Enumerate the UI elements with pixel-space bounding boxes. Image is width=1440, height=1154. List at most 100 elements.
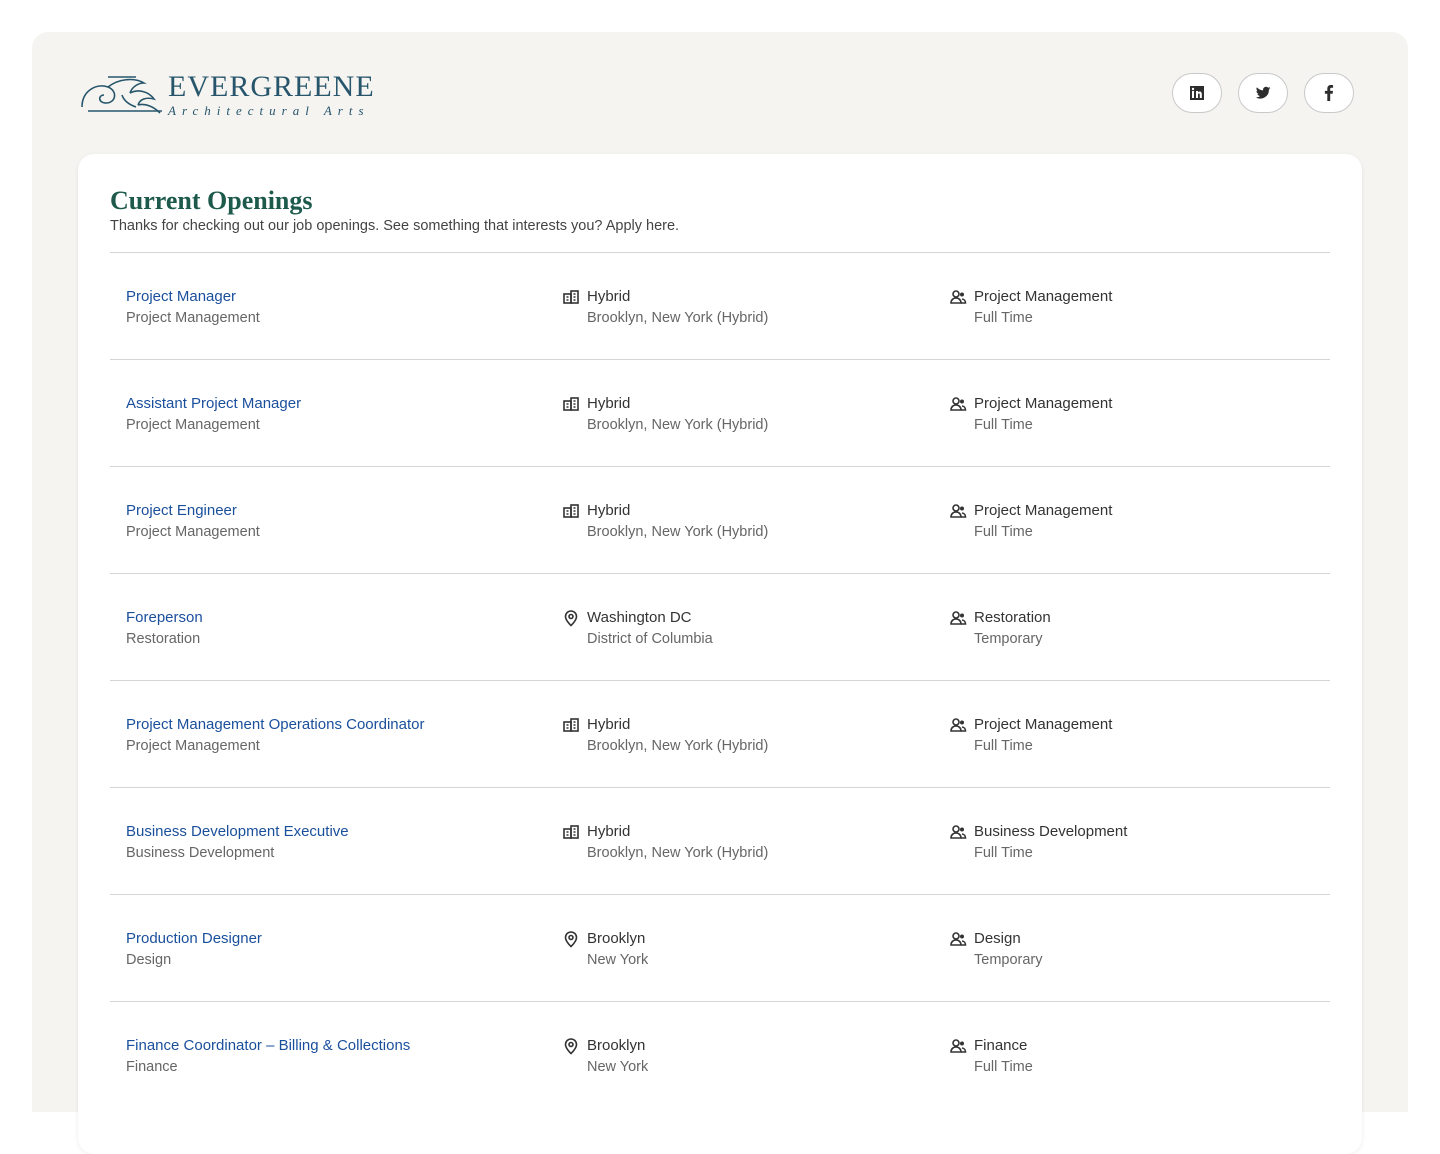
job-title-column: Project Manager Project Management — [126, 287, 260, 328]
job-title-column: Assistant Project Manager Project Manage… — [126, 394, 301, 435]
job-location-type: Hybrid — [587, 395, 631, 412]
job-team-column: Project Management Full Time — [949, 501, 1112, 542]
team-icon — [949, 288, 967, 306]
job-location-column: Hybrid Brooklyn, New York (Hybrid) — [562, 822, 768, 863]
job-team-column: Project Management Full Time — [949, 715, 1112, 756]
office-building-icon — [562, 716, 580, 734]
job-department: Design — [126, 952, 172, 968]
job-location: Brooklyn, New York (Hybrid) — [587, 310, 769, 326]
job-location-type: Hybrid — [587, 288, 631, 305]
job-title-link[interactable]: Foreperson — [126, 608, 203, 628]
job-location-type: Washington DC — [587, 609, 692, 626]
logo-subtitle: Architectural Arts — [168, 102, 370, 118]
openings-card: Current Openings Thanks for checking out… — [78, 154, 1362, 1154]
page-background: EVERGREENE Architectural Arts Current Op… — [32, 32, 1408, 1154]
linkedin-button[interactable] — [1172, 73, 1222, 113]
job-location: New York — [587, 952, 649, 968]
job-list: Project Manager Project Management Hybri… — [110, 252, 1330, 1108]
job-title-column: Finance Coordinator – Billing & Collecti… — [126, 1036, 410, 1077]
job-row: Assistant Project Manager Project Manage… — [110, 359, 1330, 466]
job-location-column: Brooklyn New York — [562, 929, 648, 970]
job-title-column: Business Development Executive Business … — [126, 822, 349, 863]
office-building-icon — [562, 395, 580, 413]
twitter-icon — [1255, 86, 1271, 99]
job-team-column: Project Management Full Time — [949, 394, 1112, 435]
team-icon — [949, 716, 967, 734]
job-location-type: Hybrid — [587, 823, 631, 840]
job-department: Business Development — [126, 845, 275, 861]
office-building-icon — [562, 288, 580, 306]
job-location: Brooklyn, New York (Hybrid) — [587, 845, 769, 861]
job-team-column: Project Management Full Time — [949, 287, 1112, 328]
job-title-link[interactable]: Business Development Executive — [126, 822, 349, 842]
job-title-column: Production Designer Design — [126, 929, 262, 970]
job-location-column: Hybrid Brooklyn, New York (Hybrid) — [562, 394, 768, 435]
job-title-link[interactable]: Assistant Project Manager — [126, 394, 301, 414]
job-employment-type: Temporary — [974, 952, 1043, 968]
job-department: Project Management — [126, 310, 260, 326]
logo[interactable]: EVERGREENE Architectural Arts — [78, 70, 398, 118]
job-title-link[interactable]: Finance Coordinator – Billing & Collecti… — [126, 1036, 410, 1056]
job-team: Project Management — [974, 395, 1113, 412]
job-location-column: Hybrid Brooklyn, New York (Hybrid) — [562, 715, 768, 756]
job-team-column: Restoration Temporary — [949, 608, 1051, 649]
job-department: Project Management — [126, 524, 260, 540]
job-employment-type: Full Time — [974, 1059, 1033, 1075]
map-pin-icon — [562, 609, 580, 627]
facebook-button[interactable] — [1304, 73, 1354, 113]
job-row: Business Development Executive Business … — [110, 787, 1330, 894]
job-location-type: Hybrid — [587, 716, 631, 733]
job-row: Project Engineer Project Management Hybr… — [110, 466, 1330, 573]
logo-acanthus-icon — [81, 76, 162, 114]
job-employment-type: Full Time — [974, 738, 1033, 754]
job-department: Finance — [126, 1059, 178, 1075]
job-department: Project Management — [126, 738, 260, 754]
job-row: Project Manager Project Management Hybri… — [110, 252, 1330, 359]
job-team: Design — [974, 930, 1021, 947]
job-row: Project Management Operations Coordinato… — [110, 680, 1330, 787]
job-row: Finance Coordinator – Billing & Collecti… — [110, 1001, 1330, 1108]
facebook-icon — [1324, 85, 1334, 101]
job-location: Brooklyn, New York (Hybrid) — [587, 417, 769, 433]
job-team-column: Finance Full Time — [949, 1036, 1033, 1077]
job-title-column: Project Engineer Project Management — [126, 501, 260, 542]
map-pin-icon — [562, 1037, 580, 1055]
twitter-button[interactable] — [1238, 73, 1288, 113]
job-employment-type: Full Time — [974, 524, 1033, 540]
job-team: Finance — [974, 1037, 1028, 1054]
job-department: Project Management — [126, 417, 260, 433]
job-team: Restoration — [974, 609, 1051, 626]
job-team-column: Business Development Full Time — [949, 822, 1127, 863]
header: EVERGREENE Architectural Arts — [78, 70, 1362, 118]
job-team: Project Management — [974, 288, 1113, 305]
job-title-link[interactable]: Production Designer — [126, 929, 262, 949]
job-team-column: Design Temporary — [949, 929, 1043, 970]
job-location-type: Brooklyn — [587, 930, 646, 947]
job-location: New York — [587, 1059, 649, 1075]
job-row: Foreperson Restoration Washington DC Dis… — [110, 573, 1330, 680]
job-row: Production Designer Design Brooklyn New … — [110, 894, 1330, 1001]
job-title-link[interactable]: Project Engineer — [126, 501, 260, 521]
office-building-icon — [562, 823, 580, 841]
job-title-column: Foreperson Restoration — [126, 608, 203, 649]
job-employment-type: Full Time — [974, 845, 1033, 861]
page-title: Current Openings — [110, 186, 313, 215]
team-icon — [949, 395, 967, 413]
job-location: Brooklyn, New York (Hybrid) — [587, 524, 769, 540]
job-title-link[interactable]: Project Manager — [126, 287, 260, 307]
job-location-column: Washington DC District of Columbia — [562, 608, 713, 649]
job-location-column: Hybrid Brooklyn, New York (Hybrid) — [562, 501, 768, 542]
team-icon — [949, 930, 967, 948]
job-location: Brooklyn, New York (Hybrid) — [587, 738, 769, 754]
job-employment-type: Temporary — [974, 631, 1043, 647]
job-location: District of Columbia — [587, 631, 713, 647]
logo-name: EVERGREENE — [168, 69, 375, 103]
team-icon — [949, 1037, 967, 1055]
job-department: Restoration — [126, 631, 201, 647]
team-icon — [949, 502, 967, 520]
job-title-link[interactable]: Project Management Operations Coordinato… — [126, 715, 425, 735]
page-subtitle: Thanks for checking out our job openings… — [110, 218, 680, 234]
job-location-column: Brooklyn New York — [562, 1036, 648, 1077]
job-location-column: Hybrid Brooklyn, New York (Hybrid) — [562, 287, 768, 328]
map-pin-icon — [562, 930, 580, 948]
